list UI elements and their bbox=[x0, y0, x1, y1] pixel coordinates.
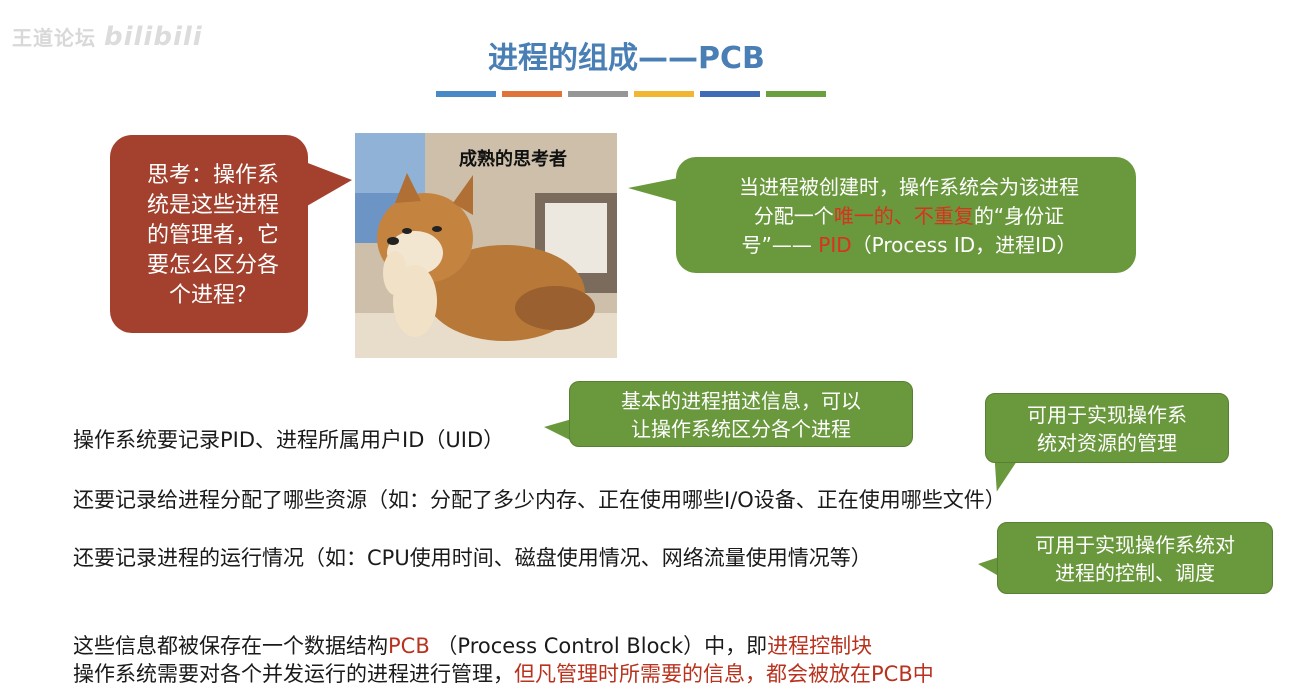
pid-line-1: 当进程被创建时，操作系统会为该进程 bbox=[739, 175, 1079, 199]
slide-title: 进程的组成——PCB bbox=[488, 41, 765, 76]
pcb-line-pid: 操作系统要记录PID、进程所属用户ID（UID） bbox=[73, 428, 505, 452]
definition-pre: 这些信息都被保存在一个数据结构 bbox=[73, 634, 388, 658]
callout-control-line: 进程的控制、调度 bbox=[1055, 561, 1215, 585]
pid-line-3-pre: 号”—— bbox=[741, 233, 819, 257]
callout-basic-info: 基本的进程描述信息，可以 让操作系统区分各个进程 bbox=[569, 381, 913, 447]
watermark: 王道论坛 bilibili bbox=[12, 22, 203, 52]
pid-line-3: 号”—— PID（Process ID，进程ID） bbox=[696, 231, 1122, 260]
pid-line-3-post: （Process ID，进程ID） bbox=[851, 233, 1077, 257]
callout-process-control: 可用于实现操作系统对 进程的控制、调度 bbox=[997, 522, 1273, 594]
callout-basic-line: 基本的进程描述信息，可以 bbox=[621, 389, 861, 413]
pid-line-2: 分配一个唯一的、不重复的“身份证 bbox=[696, 202, 1122, 231]
pcb-line-management: 操作系统需要对各个并发运行的进程进行管理，但凡管理时所需要的信息，都会被放在PC… bbox=[73, 658, 934, 688]
thought-line: 思考：操作系 bbox=[146, 163, 279, 188]
thought-line: 要怎么区分各 bbox=[146, 253, 279, 278]
pid-line-3-highlight: PID bbox=[818, 233, 852, 257]
management-highlight: 但凡管理时所需要的信息，都会被放在PCB中 bbox=[514, 662, 934, 686]
watermark-text: 王道论坛 bbox=[12, 26, 96, 50]
color-bar-green bbox=[766, 91, 826, 97]
pid-bubble: 当进程被创建时，操作系统会为该进程 分配一个唯一的、不重复的“身份证 号”—— … bbox=[676, 157, 1136, 273]
thought-line: 统是这些进程 bbox=[146, 193, 279, 218]
pid-line-2-post: 的“身份证 bbox=[973, 204, 1065, 228]
color-bar-gray bbox=[568, 91, 628, 97]
callout-control-line: 可用于实现操作系统对 bbox=[1035, 533, 1235, 557]
callout-basic-tail bbox=[544, 419, 572, 441]
definition-highlight: 进程控制块 bbox=[767, 634, 873, 658]
definition-mid: （Process Control Block）中，即 bbox=[429, 634, 768, 658]
pcb-line-resources: 还要记录给进程分配了哪些资源（如：分配了多少内存、正在使用哪些I/O设备、正在使… bbox=[73, 488, 1006, 512]
pid-line-2-pre: 分配一个 bbox=[753, 204, 834, 228]
callout-resource-line: 统对资源的管理 bbox=[1037, 431, 1177, 455]
thought-line: 个进程？ bbox=[168, 283, 257, 308]
title-color-bars bbox=[436, 91, 826, 97]
pid-line-2-highlight: 唯一的、不重复 bbox=[833, 204, 974, 228]
definition-pcb: PCB bbox=[388, 634, 430, 658]
thinking-dog-photo: 成熟的思考者 bbox=[355, 133, 617, 358]
callout-resource-mgmt: 可用于实现操作系 统对资源的管理 bbox=[985, 393, 1229, 463]
callout-basic-line: 让操作系统区分各个进程 bbox=[631, 417, 851, 441]
pcb-line-definition: 这些信息都被保存在一个数据结构PCB （Process Control Bloc… bbox=[73, 630, 872, 660]
management-pre: 操作系统需要对各个并发运行的进程进行管理， bbox=[73, 662, 514, 686]
thought-line: 的管理者，它 bbox=[146, 223, 279, 248]
color-bar-yellow bbox=[634, 91, 694, 97]
pid-bubble-tail bbox=[628, 178, 678, 202]
color-bar-darkblue bbox=[700, 91, 760, 97]
callout-resource-line: 可用于实现操作系 bbox=[1027, 403, 1187, 427]
thought-bubble: 思考：操作系 统是这些进程 的管理者，它 要怎么区分各 个进程？ bbox=[110, 135, 308, 333]
bilibili-logo: bilibili bbox=[104, 22, 203, 52]
photo-caption: 成熟的思考者 bbox=[459, 149, 567, 170]
color-bar-orange bbox=[502, 91, 562, 97]
pcb-line-running: 还要记录进程的运行情况（如：CPU使用时间、磁盘使用情况、网络流量使用情况等） bbox=[73, 546, 872, 570]
color-bar-blue bbox=[436, 91, 496, 97]
